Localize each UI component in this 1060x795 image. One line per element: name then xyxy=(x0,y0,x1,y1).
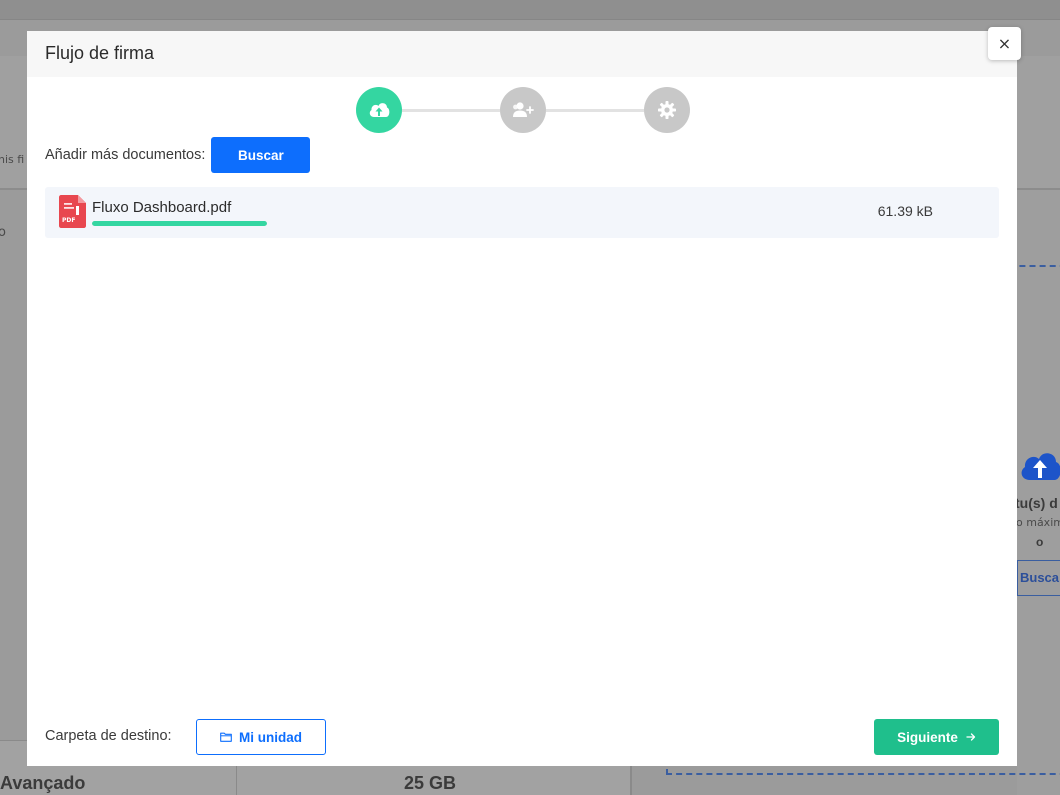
background-plan-name: Avançado xyxy=(0,773,86,793)
upload-progress-bar xyxy=(92,221,267,226)
search-button[interactable]: Buscar xyxy=(211,137,311,173)
arrow-right-icon xyxy=(966,733,976,741)
add-user-icon xyxy=(513,102,534,117)
signature-flow-modal: Flujo de firma Añadir más documentos: Bu… xyxy=(27,31,1017,766)
next-button[interactable]: Siguiente xyxy=(874,719,999,755)
step-upload[interactable] xyxy=(356,87,402,133)
modal-title: Flujo de firma xyxy=(45,43,155,63)
step-signers[interactable] xyxy=(500,87,546,133)
background-text-fragment: o xyxy=(0,225,6,240)
background-storage-value: 25 GB xyxy=(404,773,457,793)
folder-icon xyxy=(220,732,232,742)
destination-folder-button[interactable]: Mi unidad xyxy=(196,719,326,755)
modal-header: Flujo de firma xyxy=(27,31,1017,77)
background-search-button: Busca xyxy=(1017,560,1060,596)
add-documents-label: Añadir más documentos: xyxy=(45,147,206,163)
pdf-file-icon: PDF xyxy=(59,195,86,228)
stepper-connector xyxy=(402,109,500,112)
stepper xyxy=(356,87,690,133)
add-documents-row: Añadir más documentos: Buscar xyxy=(45,137,311,173)
cloud-upload-icon xyxy=(369,103,390,117)
step-settings[interactable] xyxy=(644,87,690,133)
background-upload-subtitle: o máxim xyxy=(1016,516,1060,529)
file-name: Fluxo Dashboard.pdf xyxy=(92,199,232,216)
file-list-item[interactable]: PDF Fluxo Dashboard.pdf 61.39 kB xyxy=(45,187,999,238)
background-topbar xyxy=(0,0,1060,20)
gear-icon xyxy=(658,101,676,119)
destination-folder-label: Carpeta de destino: xyxy=(45,728,172,744)
svg-text:PDF: PDF xyxy=(62,217,75,224)
modal-footer: Carpeta de destino: Mi unidad Siguiente xyxy=(45,719,999,755)
stepper-connector xyxy=(546,109,644,112)
background-upload-title: tu(s) d xyxy=(1015,495,1058,511)
close-button[interactable]: × xyxy=(988,27,1021,60)
next-button-label: Siguiente xyxy=(897,729,958,745)
background-text-fragment: nis fi xyxy=(0,153,25,166)
upload-progress-fill xyxy=(92,221,267,226)
background-upload-mark: o xyxy=(1036,535,1044,549)
file-size: 61.39 kB xyxy=(877,203,933,219)
destination-folder-button-label: Mi unidad xyxy=(239,729,302,745)
background-cloud-upload-icon xyxy=(1021,453,1060,480)
